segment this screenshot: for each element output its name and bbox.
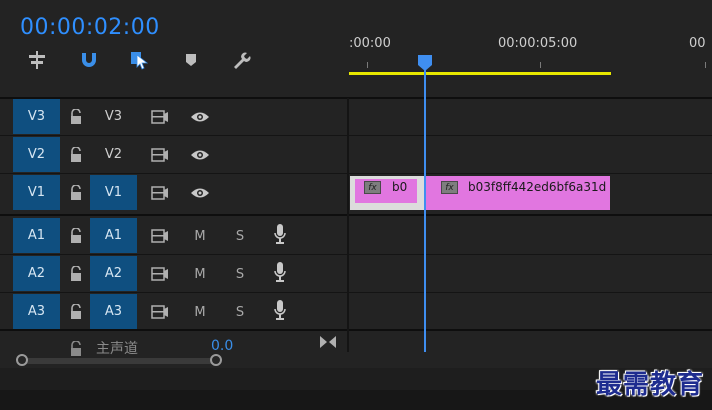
- nest-sequence-icon[interactable]: [24, 48, 50, 72]
- fx-badge-icon: fx: [364, 181, 381, 194]
- lock-icon[interactable]: [66, 183, 86, 203]
- source-patch-a2[interactable]: A2: [13, 256, 60, 291]
- sync-lock-icon[interactable]: [150, 183, 170, 203]
- microphone-icon[interactable]: [270, 262, 290, 282]
- microphone-icon[interactable]: [270, 224, 290, 244]
- solo-button[interactable]: S: [230, 302, 250, 322]
- divider: [0, 214, 712, 216]
- source-patch-a1[interactable]: A1: [13, 218, 60, 253]
- playhead-line[interactable]: [424, 64, 426, 352]
- track-target-v3[interactable]: V3: [90, 99, 137, 134]
- divider: [0, 254, 712, 255]
- linked-selection-icon[interactable]: [126, 48, 152, 72]
- clip-name: b03f8ff442ed6bf6a31d: [468, 180, 607, 194]
- ruler-label-5s: 00:00:05:00: [498, 36, 578, 51]
- lock-icon[interactable]: [66, 226, 86, 246]
- mute-button[interactable]: M: [190, 302, 210, 322]
- master-track-label: 主声道: [96, 341, 138, 357]
- work-area-bar[interactable]: [349, 72, 611, 75]
- snap-magnet-icon[interactable]: [76, 48, 102, 72]
- sync-lock-icon[interactable]: [150, 107, 170, 127]
- mute-button[interactable]: M: [190, 264, 210, 284]
- clip-name: b0: [392, 180, 408, 194]
- lock-icon[interactable]: [66, 107, 86, 127]
- microphone-icon[interactable]: [270, 300, 290, 320]
- sync-lock-icon[interactable]: [150, 302, 170, 322]
- add-marker-icon[interactable]: [178, 48, 204, 72]
- source-patch-v1[interactable]: V1: [13, 175, 60, 210]
- lock-icon[interactable]: [66, 339, 86, 359]
- divider: [0, 173, 712, 174]
- track-target-a1[interactable]: A1: [90, 218, 137, 253]
- ruler-tick: [540, 62, 541, 68]
- solo-button[interactable]: S: [230, 226, 250, 246]
- eye-icon[interactable]: [190, 145, 210, 165]
- solo-button[interactable]: S: [230, 264, 250, 284]
- source-patch-v3[interactable]: V3: [13, 99, 60, 134]
- fx-badge-icon: fx: [441, 181, 458, 194]
- sync-lock-icon[interactable]: [150, 145, 170, 165]
- lock-icon[interactable]: [66, 302, 86, 322]
- ruler-tick: [705, 62, 706, 68]
- source-patch-v2[interactable]: V2: [13, 137, 60, 172]
- track-target-a2[interactable]: A2: [90, 256, 137, 291]
- ruler-label-start: :00:00: [349, 36, 391, 51]
- zoom-handle-right[interactable]: [210, 354, 222, 366]
- ruler-label-10s: 00: [689, 36, 706, 51]
- ruler-tick: [367, 62, 368, 68]
- divider: [0, 135, 712, 136]
- eye-icon[interactable]: [190, 183, 210, 203]
- go-to-in-out-icon[interactable]: [318, 332, 338, 352]
- divider: [0, 329, 712, 331]
- lock-icon[interactable]: [66, 145, 86, 165]
- sync-lock-icon[interactable]: [150, 226, 170, 246]
- divider: [0, 292, 712, 293]
- timeline-settings-wrench-icon[interactable]: [228, 48, 254, 72]
- mute-button[interactable]: M: [190, 226, 210, 246]
- source-patch-a3[interactable]: A3: [13, 294, 60, 329]
- zoom-handle-left[interactable]: [16, 354, 28, 366]
- timecode-display[interactable]: 00:00:02:00: [20, 15, 160, 40]
- zoom-scrollbar[interactable]: [18, 358, 220, 364]
- track-target-v2[interactable]: V2: [90, 137, 137, 172]
- eye-icon[interactable]: [190, 107, 210, 127]
- watermark-logo: 最需教育: [595, 370, 704, 400]
- playhead-handle[interactable]: [417, 54, 433, 76]
- master-volume-value[interactable]: 0.0: [211, 338, 233, 354]
- header-column-divider: [347, 98, 349, 352]
- track-target-v1[interactable]: V1: [90, 175, 137, 210]
- sync-lock-icon[interactable]: [150, 264, 170, 284]
- lock-icon[interactable]: [66, 264, 86, 284]
- track-target-a3[interactable]: A3: [90, 294, 137, 329]
